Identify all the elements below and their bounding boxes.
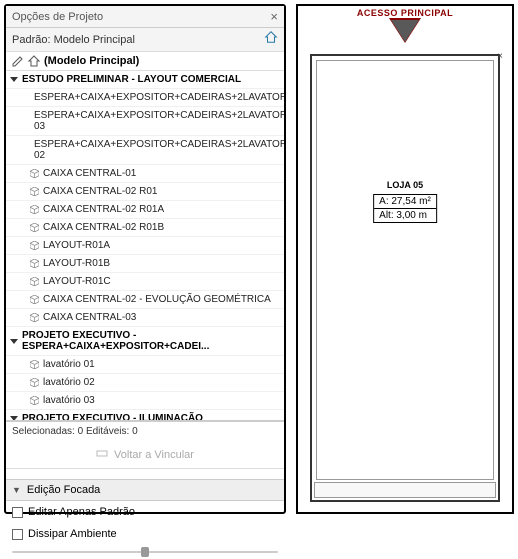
relink-icon bbox=[96, 447, 108, 462]
triangle-icon bbox=[10, 77, 18, 82]
slider-track[interactable] bbox=[12, 551, 278, 553]
tree-item[interactable]: LAYOUT-R01A bbox=[6, 237, 284, 255]
drawing-canvas[interactable]: ACESSO PRINCIPAL × LOJA 05 A: 27,54 m² A… bbox=[296, 4, 514, 514]
tree-item[interactable]: ESPERA+CAIXA+EXPOSITOR+CADEIRAS+2LAVATOR… bbox=[6, 89, 284, 107]
options-panel: Opções de Projeto × Padrão: Modelo Princ… bbox=[4, 4, 286, 514]
section-focada[interactable]: ▼ Edição Focada bbox=[6, 479, 284, 501]
cube-icon bbox=[30, 360, 39, 369]
tree-item[interactable]: lavatório 02 bbox=[6, 374, 284, 392]
cb-editar-label: Editar Apenas Padrão bbox=[28, 506, 135, 518]
checkbox-editar[interactable] bbox=[12, 507, 23, 518]
default-row[interactable]: Padrão: Modelo Principal bbox=[6, 28, 284, 52]
tree-item[interactable]: ESPERA+CAIXA+EXPOSITOR+CADEIRAS+2LAVATOR… bbox=[6, 107, 284, 136]
status-row: Selecionadas: 0 Editáveis: 0 bbox=[6, 421, 284, 441]
relink-button[interactable]: Voltar a Vincular bbox=[6, 441, 284, 469]
tree-item-label: CAIXA CENTRAL-03 bbox=[43, 312, 136, 323]
tree-group[interactable]: PROJETO EXECUTIVO - ILUMINAÇÃO bbox=[6, 410, 284, 421]
tree-item[interactable]: CAIXA CENTRAL-03 bbox=[6, 309, 284, 327]
cube-icon bbox=[30, 259, 39, 268]
default-label: Padrão: Modelo Principal bbox=[12, 34, 135, 46]
tree-item-label: CAIXA CENTRAL-01 bbox=[43, 168, 136, 179]
tree-item[interactable]: LAYOUT-R01B bbox=[6, 255, 284, 273]
tree-item[interactable]: CAIXA CENTRAL-02 - EVOLUÇÃO GEOMÉTRICA bbox=[6, 291, 284, 309]
room-sill bbox=[314, 482, 496, 498]
room-name: LOJA 05 bbox=[387, 180, 423, 190]
tree-item[interactable]: ESPERA+CAIXA+EXPOSITOR+CADEIRAS+2LAVATOR… bbox=[6, 136, 284, 165]
tree-item-label: lavatório 01 bbox=[43, 359, 95, 370]
tree-item-label: ESPERA+CAIXA+EXPOSITOR+CADEIRAS+2LAVATOR… bbox=[34, 110, 284, 132]
panel-header: Opções de Projeto × bbox=[6, 6, 284, 28]
tree-item[interactable]: lavatório 01 bbox=[6, 356, 284, 374]
room-inner bbox=[316, 60, 494, 480]
cube-icon bbox=[30, 241, 39, 250]
tree-group-label: ESTUDO PRELIMINAR - LAYOUT COMERCIAL bbox=[22, 74, 241, 85]
section-focada-label: Edição Focada bbox=[27, 484, 100, 496]
tree-item-label: CAIXA CENTRAL-02 R01B bbox=[43, 222, 164, 233]
cb-dissipar-row[interactable]: Dissipar Ambiente bbox=[6, 523, 284, 545]
options-tree[interactable]: ESTUDO PRELIMINAR - LAYOUT COMERCIAL ESPE… bbox=[6, 71, 284, 421]
pencil-icon bbox=[12, 55, 24, 67]
panel-title: Opções de Projeto bbox=[12, 11, 103, 23]
tree-group-label: PROJETO EXECUTIVO - ILUMINAÇÃO bbox=[22, 413, 203, 421]
cb-editar-row[interactable]: Editar Apenas Padrão bbox=[6, 501, 284, 523]
tree-item-label: CAIXA CENTRAL-02 R01 bbox=[43, 186, 158, 197]
room-outline: × LOJA 05 A: 27,54 m² Alt: 3,00 m bbox=[310, 54, 500, 502]
checkbox-dissipar[interactable] bbox=[12, 529, 23, 540]
tree-item-label: ESPERA+CAIXA+EXPOSITOR+CADEIRAS+2LAVATOR… bbox=[34, 139, 284, 161]
cube-icon bbox=[30, 205, 39, 214]
tree-group[interactable]: ESTUDO PRELIMINAR - LAYOUT COMERCIAL bbox=[6, 71, 284, 89]
tree-item[interactable]: CAIXA CENTRAL-02 R01A bbox=[6, 201, 284, 219]
cb-dissipar-label: Dissipar Ambiente bbox=[28, 528, 117, 540]
house-small-icon bbox=[28, 55, 40, 67]
tree-item[interactable]: LAYOUT-R01C bbox=[6, 273, 284, 291]
triangle-icon bbox=[10, 339, 18, 344]
cube-icon bbox=[30, 295, 39, 304]
tree-item-label: ESPERA+CAIXA+EXPOSITOR+CADEIRAS+2LAVATOR… bbox=[34, 92, 284, 103]
tree-group[interactable]: PROJETO EXECUTIVO - ESPERA+CAIXA+EXPOSIT… bbox=[6, 327, 284, 356]
cube-icon bbox=[30, 378, 39, 387]
cube-icon bbox=[30, 223, 39, 232]
model-row[interactable]: (Modelo Principal) bbox=[6, 52, 284, 71]
cube-icon bbox=[30, 277, 39, 286]
house-icon[interactable] bbox=[264, 30, 278, 49]
cube-icon bbox=[30, 396, 39, 405]
room-height: Alt: 3,00 m bbox=[374, 209, 436, 222]
tree-item[interactable]: CAIXA CENTRAL-02 R01B bbox=[6, 219, 284, 237]
relink-label: Voltar a Vincular bbox=[114, 449, 194, 461]
chevron-down-icon: ▼ bbox=[12, 485, 21, 495]
tree-item[interactable]: CAIXA CENTRAL-02 R01 bbox=[6, 183, 284, 201]
cube-icon bbox=[30, 187, 39, 196]
model-label: (Modelo Principal) bbox=[44, 55, 139, 67]
tree-item-label: LAYOUT-R01C bbox=[43, 276, 111, 287]
acesso-label: ACESSO PRINCIPAL bbox=[357, 8, 453, 18]
cube-icon bbox=[30, 169, 39, 178]
room-label-box: A: 27,54 m² Alt: 3,00 m bbox=[373, 194, 437, 223]
tree-item-label: CAIXA CENTRAL-02 R01A bbox=[43, 204, 164, 215]
tree-item-label: lavatório 03 bbox=[43, 395, 95, 406]
tree-group-label: PROJETO EXECUTIVO - ESPERA+CAIXA+EXPOSIT… bbox=[22, 330, 280, 352]
corner-mark: × bbox=[497, 51, 503, 62]
cube-icon bbox=[30, 313, 39, 322]
tree-item-label: LAYOUT-R01A bbox=[43, 240, 110, 251]
tree-item-label: lavatório 02 bbox=[43, 377, 95, 388]
entrance-arrow-icon bbox=[391, 20, 419, 42]
tree-item[interactable]: CAIXA CENTRAL-01 bbox=[6, 165, 284, 183]
tree-item-label: CAIXA CENTRAL-02 - EVOLUÇÃO GEOMÉTRICA bbox=[43, 294, 271, 305]
slider-row[interactable] bbox=[6, 545, 284, 559]
slider-thumb[interactable] bbox=[141, 547, 149, 557]
tree-item-label: LAYOUT-R01B bbox=[43, 258, 110, 269]
room-area: A: 27,54 m² bbox=[374, 195, 436, 209]
tree-item[interactable]: lavatório 03 bbox=[6, 392, 284, 410]
close-icon[interactable]: × bbox=[270, 9, 278, 24]
